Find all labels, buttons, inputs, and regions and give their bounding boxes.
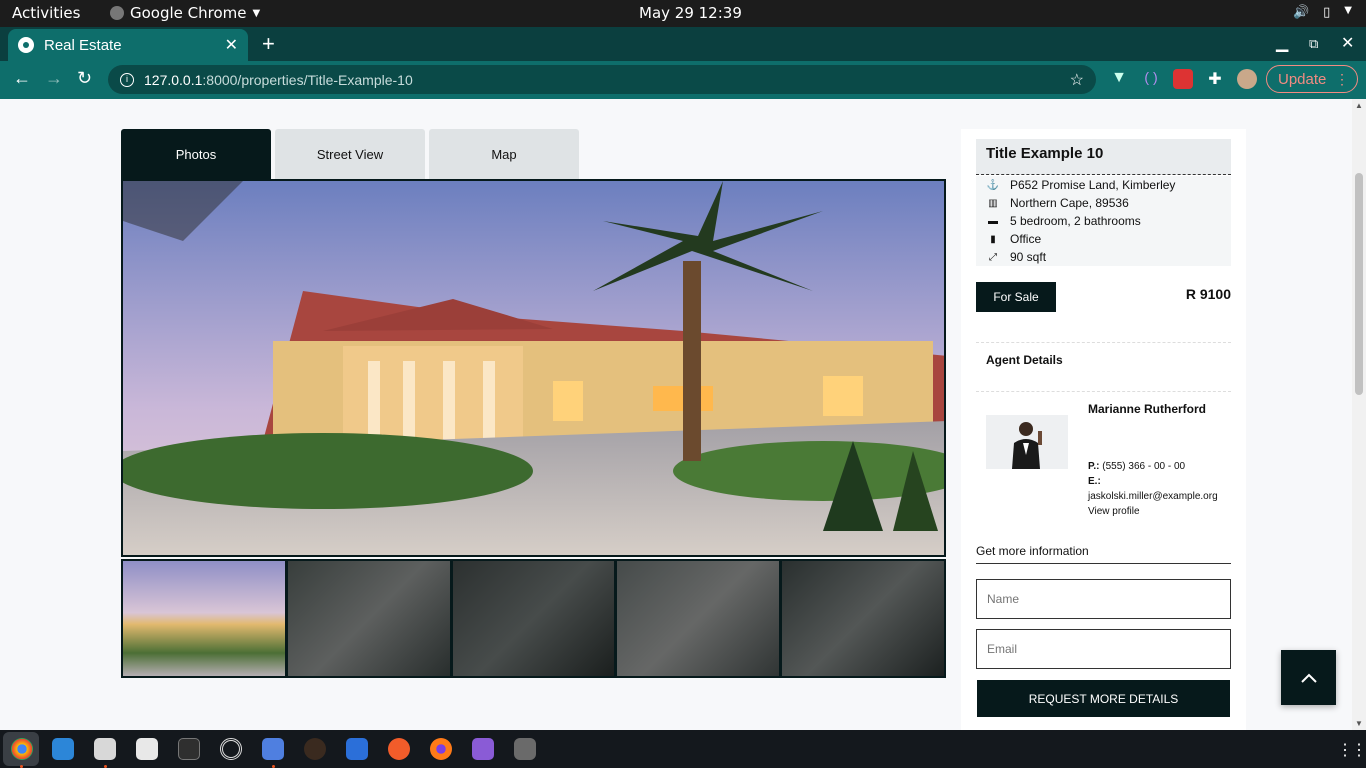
view-profile-link[interactable]: View profile	[1088, 504, 1238, 519]
scrollbar-thumb[interactable]	[1355, 173, 1363, 395]
tab-photos[interactable]: Photos	[121, 129, 271, 180]
system-tray[interactable]: 🔊 ▯ ▼	[1293, 5, 1352, 20]
restore-icon[interactable]: ⧉	[1309, 36, 1318, 52]
detail-row-rooms: ▬ 5 bedroom, 2 bathrooms	[976, 212, 1231, 230]
battery-icon: ▯	[1323, 5, 1331, 20]
taskbar-dock	[0, 730, 1366, 768]
contact-form-heading: Get more information	[976, 544, 1231, 564]
phone-label: P.:	[1088, 461, 1100, 472]
vscode-app-icon[interactable]	[52, 738, 74, 760]
scroll-down-icon[interactable]: ▼	[1355, 719, 1363, 728]
close-window-icon[interactable]: ✕	[1341, 33, 1354, 53]
thumbnail-3[interactable]	[452, 561, 615, 676]
show-apps-grid-icon[interactable]: ⋮⋮⋮	[1337, 740, 1366, 760]
main-property-photo	[121, 179, 946, 557]
new-tab-button[interactable]: +	[262, 31, 275, 57]
chevron-down-icon: ▼	[252, 7, 261, 19]
email-field[interactable]	[976, 629, 1231, 669]
thumbnail-4[interactable]	[617, 561, 780, 676]
agent-email[interactable]: jaskolski.miller@example.org	[1088, 489, 1238, 504]
app-menu[interactable]: Google Chrome ▼	[110, 4, 260, 22]
firefox-app-icon[interactable]	[430, 738, 452, 760]
extension-red-icon[interactable]	[1173, 69, 1193, 89]
files-app-icon[interactable]	[94, 738, 116, 760]
url-path: :8000/properties/Title-Example-10	[202, 71, 413, 88]
divider	[976, 391, 1231, 392]
property-details: ⚓ P652 Promise Land, Kimberley ▥ Northern …	[976, 176, 1231, 266]
app-name: Google Chrome	[130, 4, 247, 22]
detail-row-region: ▥ Northern Cape, 89536	[976, 194, 1231, 212]
thumbnail-2[interactable]	[287, 561, 450, 676]
update-button[interactable]: Update ⋮	[1266, 65, 1358, 93]
agent-avatar	[986, 415, 1068, 469]
chrome-icon	[110, 6, 124, 20]
tab-map[interactable]: Map	[429, 129, 579, 180]
disk-app-icon[interactable]	[514, 738, 536, 760]
agent-contact: P.: (555) 366 - 00 - 00 E.: jaskolski.mi…	[1088, 459, 1238, 519]
update-label: Update	[1278, 70, 1327, 88]
request-details-button[interactable]: REQUEST MORE DETAILS	[976, 679, 1231, 718]
chrome-app-icon[interactable]	[11, 738, 33, 760]
extension-bracket-icon[interactable]: ( )	[1141, 69, 1161, 89]
page-content: Photos Street View Map Title Example 10 …	[0, 99, 1352, 730]
back-icon[interactable]: ←	[13, 68, 31, 89]
url-host: 127.0.0.1	[144, 71, 203, 88]
tasks-app-icon[interactable]	[262, 738, 284, 760]
property-title: Title Example 10	[976, 139, 1231, 175]
volume-icon: 🔊	[1292, 5, 1310, 20]
menu-dots-icon: ⋮	[1335, 70, 1349, 87]
close-tab-icon[interactable]: ✕	[225, 35, 238, 55]
name-field[interactable]	[976, 579, 1231, 619]
email-label: E.:	[1088, 476, 1101, 487]
thumbnail-1[interactable]	[123, 561, 285, 676]
address-bar[interactable]: i 127.0.0.1:8000/properties/Title-Exampl…	[108, 65, 1096, 94]
agent-photo-illustration	[986, 415, 1068, 469]
chevron-up-icon	[1300, 673, 1317, 683]
detail-row-address: ⚓ P652 Promise Land, Kimberley	[976, 176, 1231, 194]
compass-app-icon[interactable]	[388, 738, 410, 760]
reload-icon[interactable]: ↻	[77, 68, 92, 89]
thumbnail-5[interactable]	[782, 561, 944, 676]
video-app-icon[interactable]	[472, 738, 494, 760]
extensions-puzzle-icon[interactable]: ✚	[1205, 69, 1225, 89]
bed-icon: ▬	[988, 215, 998, 227]
text-editor-app-icon[interactable]	[136, 738, 158, 760]
browser-tab[interactable]: Real Estate ✕	[8, 29, 248, 61]
status-badge: For Sale	[976, 282, 1056, 312]
writer-app-icon[interactable]	[346, 738, 368, 760]
site-info-icon[interactable]: i	[120, 72, 134, 87]
scroll-up-icon[interactable]: ▲	[1355, 101, 1363, 110]
agent-phone: (555) 366 - 00 - 00	[1102, 461, 1186, 472]
detail-row-type: ▮ Office	[976, 230, 1231, 248]
gimp-app-icon[interactable]	[304, 738, 326, 760]
location-icon: ⚓	[986, 179, 1000, 191]
chevron-down-icon: ▼	[1344, 5, 1352, 16]
page-scrollbar[interactable]: ▲ ▼	[1352, 99, 1366, 730]
scroll-to-top-button[interactable]	[1281, 650, 1336, 705]
settings-app-icon[interactable]	[220, 738, 242, 760]
minimize-icon[interactable]: ▁	[1276, 33, 1288, 53]
favicon-icon	[18, 37, 34, 53]
system-top-bar: Activities Google Chrome ▼ May 29 12:39 …	[0, 0, 1366, 27]
detail-row-size: ⤢ 90 sqft	[976, 248, 1231, 266]
terminal-app-icon[interactable]	[178, 738, 200, 760]
map-icon: ▥	[988, 197, 998, 209]
extension-v-icon[interactable]: ▼	[1109, 69, 1129, 89]
photo-thumbnails	[121, 559, 946, 678]
tab-title: Real Estate	[44, 36, 122, 54]
price: R 9100	[1185, 286, 1231, 302]
agent-heading: Agent Details	[986, 353, 1063, 367]
clock[interactable]: May 29 12:39	[639, 4, 742, 22]
divider	[976, 342, 1231, 343]
tab-street-view[interactable]: Street View	[275, 129, 425, 180]
agent-name: Marianne Rutherford	[1088, 402, 1207, 416]
forward-icon[interactable]: →	[45, 68, 63, 89]
house-photo-illustration	[123, 181, 944, 555]
bookmark-star-icon[interactable]: ☆	[1070, 70, 1084, 90]
profile-avatar[interactable]	[1237, 69, 1257, 89]
activities-button[interactable]: Activities	[12, 4, 80, 22]
expand-icon: ⤢	[989, 251, 997, 263]
bookmark-icon: ▮	[990, 233, 996, 245]
